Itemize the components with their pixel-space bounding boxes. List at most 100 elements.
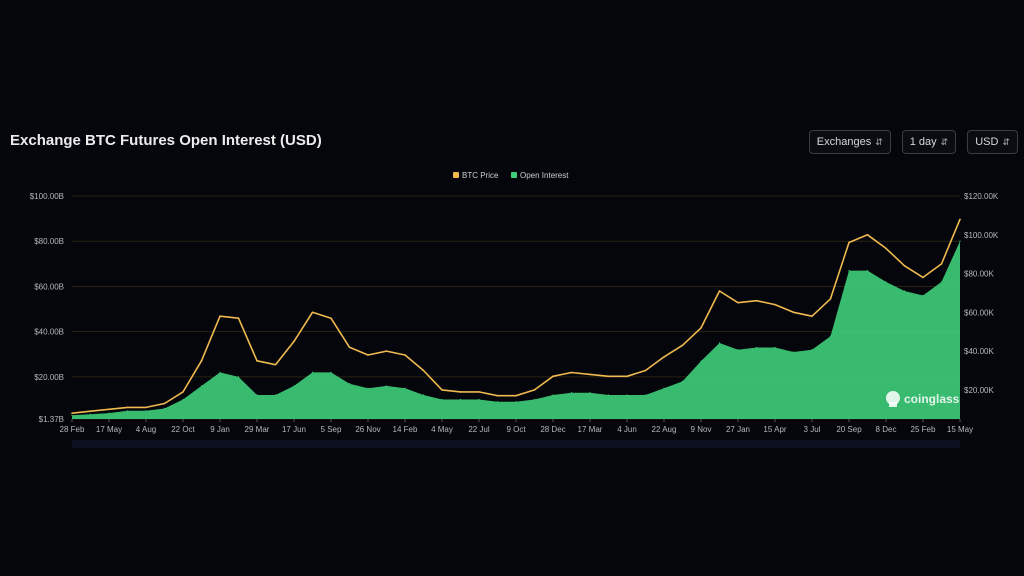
x-tick-label: 28 Dec	[540, 425, 565, 434]
open-interest-point	[755, 346, 758, 349]
right-tick-label: $20.00K	[964, 386, 994, 395]
x-tick-label: 17 Jun	[282, 425, 306, 434]
open-interest-point	[459, 398, 462, 401]
open-interest-point	[348, 383, 351, 385]
open-interest-point	[700, 360, 702, 362]
btc-price-point	[737, 301, 739, 304]
btc-price-point	[792, 311, 795, 314]
x-tick-label: 20 Sep	[836, 425, 862, 434]
open-interest-point	[330, 371, 332, 373]
open-interest-point	[533, 398, 536, 401]
x-tick-label: 4 Jun	[617, 425, 637, 434]
btc-price-point	[885, 247, 887, 250]
btc-price-point	[237, 317, 240, 319]
navigator-bar[interactable]	[72, 440, 960, 448]
x-tick-label: 27 Jan	[726, 425, 750, 434]
open-interest-point	[163, 407, 166, 410]
btc-price-point	[182, 391, 184, 393]
legend-label-open-interest[interactable]: Open Interest	[520, 171, 569, 180]
right-tick-label: $80.00K	[964, 270, 994, 279]
open-interest-point	[607, 394, 610, 396]
open-interest-point	[681, 380, 684, 382]
btc-price-point	[681, 344, 684, 347]
open-interest-point	[237, 376, 240, 378]
open-interest-point	[663, 387, 665, 389]
x-axis: 28 Feb 17 May 4 Aug 22 Oct 9 Jan 29 Mar 17 Jun…	[60, 419, 973, 434]
btc-price-point	[644, 369, 647, 372]
open-interest-point	[626, 394, 628, 396]
open-interest-point	[903, 290, 906, 292]
open-interest-point	[219, 371, 221, 373]
x-tick-label: 5 Sep	[321, 425, 342, 434]
open-interest-point	[385, 385, 388, 387]
btc-price-point	[718, 290, 721, 292]
btc-price-point	[330, 317, 332, 319]
x-tick-label: 22 Aug	[652, 425, 677, 434]
open-interest-point	[811, 349, 813, 351]
legend-swatch-open-interest	[511, 172, 517, 178]
btc-price-point	[552, 375, 554, 378]
x-tick-label: 4 May	[431, 425, 453, 434]
right-tick-label: $60.00K	[964, 308, 994, 317]
open-interest-point	[792, 351, 795, 353]
btc-price-point	[940, 263, 943, 265]
x-tick-label: 17 May	[96, 425, 122, 434]
btc-price-point	[570, 371, 573, 374]
x-tick-label: 3 Jul	[804, 425, 821, 434]
btc-price-point	[589, 373, 591, 376]
btc-price-point	[126, 406, 129, 409]
open-interest-point	[515, 401, 517, 403]
right-axis: $20.00K $40.00K $60.00K $80.00K $100.00K $120…	[964, 192, 999, 395]
btc-price-point	[829, 297, 832, 300]
btc-price-point	[311, 311, 314, 314]
btc-price-point	[441, 389, 443, 391]
open-interest-point	[829, 335, 832, 337]
btc-price-point	[145, 406, 147, 409]
x-tick-label: 8 Dec	[876, 425, 897, 434]
btc-price-point	[89, 410, 92, 413]
btc-price-point	[922, 276, 924, 279]
btc-price-point	[367, 354, 369, 356]
right-tick-label: $40.00K	[964, 347, 994, 356]
right-tick-label: $120.00K	[964, 192, 999, 201]
open-interest-point	[89, 413, 92, 415]
legend-label-btc-price[interactable]: BTC Price	[462, 171, 499, 180]
x-tick-label: 17 Mar	[578, 425, 603, 434]
btc-price-point	[219, 315, 221, 318]
btc-price-point	[903, 265, 906, 267]
open-interest-point	[274, 394, 277, 396]
open-interest-point	[293, 385, 295, 387]
chart-legend[interactable]: BTC Price Open Interest	[453, 171, 569, 180]
open-interest-point	[182, 398, 184, 401]
open-interest-point	[256, 394, 258, 396]
x-tick-label: 22 Jul	[468, 425, 490, 434]
x-tick-label: 29 Mar	[245, 425, 270, 434]
open-interest-point	[644, 394, 647, 396]
btc-price-point	[700, 327, 702, 329]
left-tick-label: $100.00B	[30, 192, 64, 201]
open-interest-point	[404, 387, 406, 389]
btc-price-point	[959, 218, 961, 221]
btc-price-point	[811, 315, 813, 318]
left-tick-label: $80.00B	[34, 237, 64, 246]
open-interest-chart[interactable]: BTC Price Open Interest $1.37B $20.00B $40…	[0, 0, 1024, 576]
watermark-text: coinglass	[904, 392, 960, 406]
open-interest-point	[774, 346, 776, 349]
btc-price-point	[256, 360, 258, 362]
btc-price-point	[385, 350, 388, 352]
open-interest-point	[145, 410, 147, 412]
open-interest-point	[940, 281, 943, 283]
open-interest-point	[478, 398, 480, 401]
btc-price-point	[459, 391, 462, 393]
open-interest-point	[737, 349, 739, 351]
x-tick-label: 9 Jan	[210, 425, 230, 434]
btc-price-point	[293, 340, 295, 343]
x-tick-label: 9 Nov	[691, 425, 712, 434]
open-interest-point	[367, 387, 369, 389]
open-interest-point	[126, 410, 129, 412]
open-interest-point	[441, 398, 443, 401]
open-interest-point	[311, 371, 314, 373]
btc-price-point	[626, 375, 628, 378]
open-interest-point	[848, 270, 850, 272]
open-interest-point	[570, 392, 573, 394]
